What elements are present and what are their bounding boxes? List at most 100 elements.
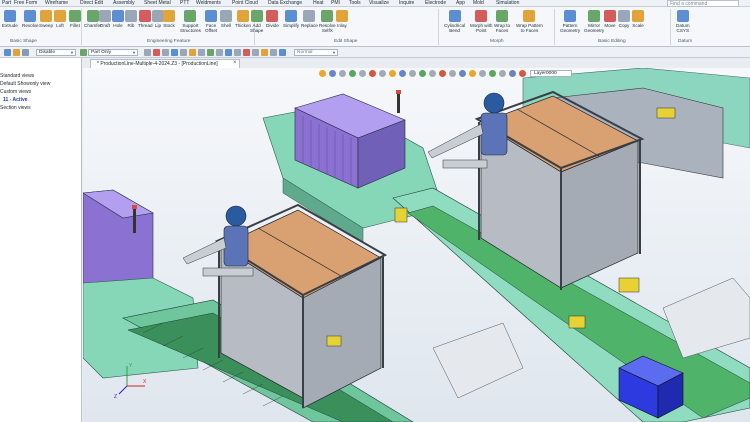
ribbon-button-30[interactable]: Scale (632, 8, 644, 38)
menu-tab-direct-edit[interactable]: Direct Edit (80, 0, 103, 7)
menu-tab-tools[interactable]: Tools (349, 0, 361, 7)
tool-icon[interactable] (234, 49, 241, 56)
tool-icon[interactable] (279, 49, 286, 56)
snap-icon[interactable] (80, 49, 87, 56)
ribbon-button-21[interactable]: Inlay (336, 8, 348, 38)
tool-icon[interactable] (162, 49, 169, 56)
layer-icon[interactable] (519, 70, 526, 77)
pick-icon[interactable] (22, 49, 29, 56)
view-icon[interactable] (479, 70, 486, 77)
ribbon-button-13[interactable]: Face Offset (205, 8, 217, 38)
tool-icon[interactable] (198, 49, 205, 56)
view-icon[interactable] (429, 70, 436, 77)
view-icon[interactable] (369, 70, 376, 77)
ribbon-button-27[interactable]: Mirror Geometry (584, 8, 604, 38)
filter-icon[interactable] (4, 49, 11, 56)
tool-icon[interactable] (189, 49, 196, 56)
ribbon-button-31[interactable]: Datum CSYS (676, 8, 690, 38)
ribbon-button-26[interactable]: Pattern Geometry (560, 8, 580, 38)
ribbon-button-2[interactable]: Sweep (39, 8, 53, 38)
view-icon[interactable] (389, 70, 396, 77)
layer-combo[interactable]: Layer0000 (530, 70, 572, 77)
menu-tab-weldments[interactable]: Weldments (196, 0, 221, 7)
view-icon[interactable] (459, 70, 466, 77)
view-icon[interactable] (419, 70, 426, 77)
close-icon[interactable]: × (233, 59, 237, 67)
ribbon-button-14[interactable]: Shell (220, 8, 232, 38)
ribbon-button-22[interactable]: Cylindrical Bend (444, 8, 465, 38)
menu-tab-free-form[interactable]: Free Form (14, 0, 37, 7)
ribbon-button-20[interactable]: Resolve SelfX (319, 8, 336, 38)
ribbon-button-0[interactable]: Extrude (2, 8, 18, 38)
selection-scope-combo[interactable]: Part Only ▼ (88, 49, 138, 56)
menu-tab-point-cloud[interactable]: Point Cloud (232, 0, 258, 7)
command-search-input[interactable] (667, 0, 739, 7)
ribbon-button-16[interactable]: Add Shape (250, 8, 263, 38)
ribbon-button-18[interactable]: Simplify (283, 8, 299, 38)
ribbon-button-25[interactable]: Wrap Pattern to Faces (516, 8, 543, 38)
view-icon[interactable] (409, 70, 416, 77)
view-icon[interactable] (349, 70, 356, 77)
ribbon-button-19[interactable]: Replace (301, 8, 318, 38)
view-icon[interactable] (489, 70, 496, 77)
ribbon-button-1[interactable]: Revolve (22, 8, 39, 38)
ribbon-button-7[interactable]: Hole (112, 8, 124, 38)
menu-tab-app[interactable]: App (456, 0, 465, 7)
tree-item-default-showonly[interactable]: Default Showonly view (0, 81, 50, 87)
view-icon[interactable] (499, 70, 506, 77)
view-icon[interactable] (339, 70, 346, 77)
tool-icon[interactable] (180, 49, 187, 56)
tool-icon[interactable] (153, 49, 160, 56)
ribbon-button-11[interactable]: Stock (163, 8, 175, 38)
menu-tab-visualize[interactable]: Visualize (369, 0, 389, 7)
menu-tab-pmi[interactable]: PMI (331, 0, 340, 7)
tool-icon[interactable] (216, 49, 223, 56)
3d-viewport[interactable]: X Y Z Layer0000 (83, 68, 750, 422)
tool-icon[interactable] (225, 49, 232, 56)
render-icon[interactable] (319, 70, 326, 77)
menu-tab-electrode[interactable]: Electrode (425, 0, 446, 7)
view-icon[interactable] (449, 70, 456, 77)
menu-tab-sheet-metal[interactable]: Sheet Metal (144, 0, 171, 7)
ribbon-button-8[interactable]: Rib (125, 8, 137, 38)
tree-item-standard-views[interactable]: Standard views (0, 73, 34, 79)
menu-tab-ptt[interactable]: PTT (180, 0, 189, 7)
tool-icon[interactable] (252, 49, 259, 56)
tool-icon[interactable] (270, 49, 277, 56)
menu-tab-assembly[interactable]: Assembly (113, 0, 135, 7)
select-icon[interactable] (13, 49, 20, 56)
ribbon-button-9[interactable]: Thread (138, 8, 153, 38)
tool-icon[interactable] (171, 49, 178, 56)
tree-item-custom-views[interactable]: Custom views (0, 89, 31, 95)
ribbon-button-23[interactable]: Morph with Point (470, 8, 492, 38)
ribbon-button-4[interactable]: Fillet (69, 8, 81, 38)
tree-item-active-view[interactable]: 11 - Active (3, 97, 28, 103)
tool-icon[interactable] (207, 49, 214, 56)
ribbon-button-28[interactable]: Move (604, 8, 616, 38)
menu-tab-heat[interactable]: Heat (313, 0, 324, 7)
menu-tab-wireframe[interactable]: Wireframe (45, 0, 68, 7)
view-icon[interactable] (469, 70, 476, 77)
render-mode-combo[interactable]: Normal ▼ (294, 49, 338, 56)
tool-icon[interactable] (243, 49, 250, 56)
ribbon-button-6[interactable]: Draft (99, 8, 111, 38)
tool-icon[interactable] (261, 49, 268, 56)
ribbon-button-12[interactable]: Support Structures (180, 8, 201, 38)
ribbon-button-15[interactable]: Thicken (235, 8, 251, 38)
menu-tab-part[interactable]: Part (2, 0, 11, 7)
ribbon-button-24[interactable]: Wrap to Faces (494, 8, 510, 38)
view-icon[interactable] (439, 70, 446, 77)
view-icon[interactable] (399, 70, 406, 77)
tree-item-section-views[interactable]: Section views (0, 105, 31, 111)
shade-icon[interactable] (329, 70, 336, 77)
menu-tab-inquire[interactable]: Inquire (399, 0, 414, 7)
ribbon-button-17[interactable]: Divide (266, 8, 279, 38)
ribbon-button-3[interactable]: Loft (54, 8, 66, 38)
menu-tab-mold[interactable]: Mold (473, 0, 484, 7)
view-icon[interactable] (509, 70, 516, 77)
menu-tab-data-exchange[interactable]: Data Exchange (268, 0, 302, 7)
view-icon[interactable] (359, 70, 366, 77)
tool-icon[interactable] (144, 49, 151, 56)
ribbon-button-29[interactable]: Copy (618, 8, 630, 38)
menu-tab-simulation[interactable]: Simulation (496, 0, 519, 7)
